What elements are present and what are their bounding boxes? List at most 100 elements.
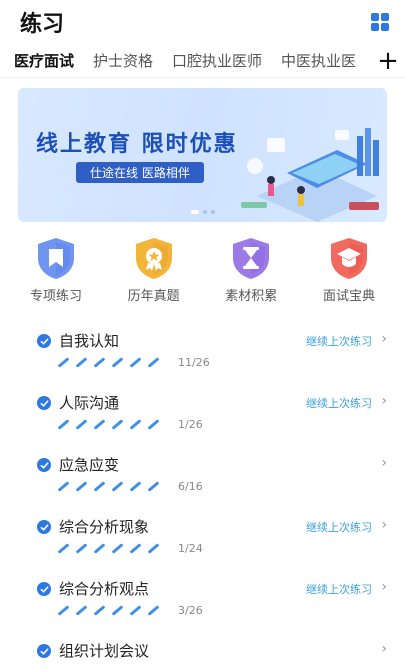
feature-label: 历年真题 (127, 289, 180, 304)
progress-slash (75, 419, 88, 430)
feature-interview-guide[interactable]: 面试宝典 (307, 236, 391, 304)
tab-dental-physician[interactable]: 口腔执业医师 (172, 50, 262, 71)
checkmark-icon (37, 396, 51, 410)
feature-past-exams[interactable]: 历年真题 (112, 236, 196, 304)
progress-slash (75, 605, 88, 616)
practice-list-item[interactable]: 组织计划会议 › (0, 628, 405, 671)
banner-subtitle: 仕途在线 医路相伴 (76, 162, 204, 183)
progress-slash (147, 419, 160, 430)
progress-indicator: 1/26 (57, 418, 203, 431)
header: 练习 (0, 0, 405, 44)
grid-icon[interactable] (371, 13, 389, 31)
practice-list-item[interactable]: 应急应变 › 6/16 (0, 442, 405, 504)
banner-dot[interactable] (210, 210, 215, 214)
chevron-right-icon[interactable]: › (381, 641, 387, 657)
progress-indicator: 3/26 (57, 604, 203, 617)
medal-shield-icon (135, 238, 172, 279)
progress-slash (147, 481, 160, 492)
item-title: 综合分析观点 (59, 580, 150, 598)
practice-list-item[interactable]: 自我认知 继续上次练习 › 11/26 (0, 318, 405, 380)
chevron-right-icon[interactable]: › (381, 331, 387, 347)
item-title: 组织计划会议 (59, 642, 150, 660)
add-tab-plus-icon[interactable]: + (371, 44, 405, 77)
hourglass-shield-icon (233, 238, 270, 279)
tab-nurse-qualification[interactable]: 护士资格 (93, 50, 153, 71)
category-tabs: 医疗面试 护士资格 口腔执业医师 中医执业医 + (0, 44, 405, 78)
practice-list-item[interactable]: 人际沟通 继续上次练习 › 1/26 (0, 380, 405, 442)
chevron-right-icon[interactable]: › (381, 393, 387, 409)
chevron-right-icon[interactable]: › (381, 455, 387, 471)
progress-count: 1/24 (178, 542, 203, 555)
item-title: 应急应变 (59, 456, 120, 474)
progress-slash (93, 481, 106, 492)
page-title: 练习 (20, 12, 65, 37)
tab-medical-interview[interactable]: 医疗面试 (14, 50, 74, 71)
item-title: 人际沟通 (59, 394, 120, 412)
progress-slashes (57, 357, 160, 368)
progress-indicator: 6/16 (57, 480, 203, 493)
progress-slash (129, 605, 142, 616)
item-title: 综合分析现象 (59, 518, 150, 536)
banner-title: 线上教育 限时优惠 (36, 132, 238, 157)
progress-slash (93, 543, 106, 554)
progress-count: 3/26 (178, 604, 203, 617)
progress-slash (147, 357, 160, 368)
progress-slash (57, 543, 70, 554)
chevron-right-icon[interactable]: › (381, 517, 387, 533)
progress-slash (93, 605, 106, 616)
progress-slash (111, 481, 124, 492)
progress-slash (75, 357, 88, 368)
continue-last-practice-link[interactable]: 继续上次练习 (306, 519, 372, 535)
chevron-right-icon[interactable]: › (381, 579, 387, 595)
progress-slash (75, 543, 88, 554)
practice-list: 自我认知 继续上次练习 › 11/26 人际沟通 继续上次练习 › 1/26 应急应变 › 6/16… (0, 318, 405, 671)
checkmark-icon (37, 520, 51, 534)
continue-last-practice-link[interactable]: 继续上次练习 (306, 581, 372, 597)
progress-count: 1/26 (178, 418, 203, 431)
checkmark-icon (37, 334, 51, 348)
item-title: 自我认知 (59, 332, 120, 350)
progress-slash (93, 357, 106, 368)
feature-shortcuts: 专项练习 历年真题 素材积累 面试宝典 (0, 236, 405, 304)
progress-slash (129, 419, 142, 430)
progress-slash (57, 605, 70, 616)
feature-label: 专项练习 (29, 289, 82, 304)
progress-slash (93, 419, 106, 430)
graduation-cap-shield-icon (330, 238, 367, 279)
practice-list-item[interactable]: 综合分析现象 继续上次练习 › 1/24 (0, 504, 405, 566)
promo-banner[interactable]: 线上教育 限时优惠 仕途在线 医路相伴 (18, 88, 387, 222)
continue-last-practice-link[interactable]: 继续上次练习 (306, 333, 372, 349)
progress-slash (75, 481, 88, 492)
banner-dot-active[interactable] (190, 210, 199, 214)
progress-slashes (57, 543, 160, 554)
progress-slash (129, 543, 142, 554)
continue-last-practice-link[interactable]: 继续上次练习 (306, 395, 372, 411)
progress-slash (111, 357, 124, 368)
progress-slashes (57, 605, 160, 616)
checkmark-icon (37, 582, 51, 596)
practice-screen: 练习 医疗面试 护士资格 口腔执业医师 中医执业医 + 线上教育 限时优惠 仕途… (0, 0, 405, 671)
banner-dot[interactable] (202, 210, 207, 214)
practice-list-item[interactable]: 综合分析观点 继续上次练习 › 3/26 (0, 566, 405, 628)
feature-material-accumulation[interactable]: 素材积累 (209, 236, 293, 304)
online-education-illustration (241, 128, 379, 222)
progress-slash (57, 419, 70, 430)
progress-slashes (57, 419, 160, 430)
progress-count: 11/26 (178, 356, 210, 369)
progress-slash (111, 605, 124, 616)
feature-special-practice[interactable]: 专项练习 (14, 236, 98, 304)
progress-slash (129, 357, 142, 368)
bookmark-shield-icon (38, 238, 74, 279)
feature-label: 面试宝典 (322, 289, 375, 304)
progress-slash (129, 481, 142, 492)
tab-tcm-physician[interactable]: 中医执业医 (281, 50, 356, 71)
progress-slash (57, 481, 70, 492)
checkmark-icon (37, 458, 51, 472)
progress-slash (111, 543, 124, 554)
progress-count: 6/16 (178, 480, 203, 493)
feature-label: 素材积累 (225, 289, 278, 304)
progress-slashes (57, 481, 160, 492)
checkmark-icon (37, 644, 51, 658)
banner-pagination (18, 210, 387, 214)
progress-slash (57, 357, 70, 368)
